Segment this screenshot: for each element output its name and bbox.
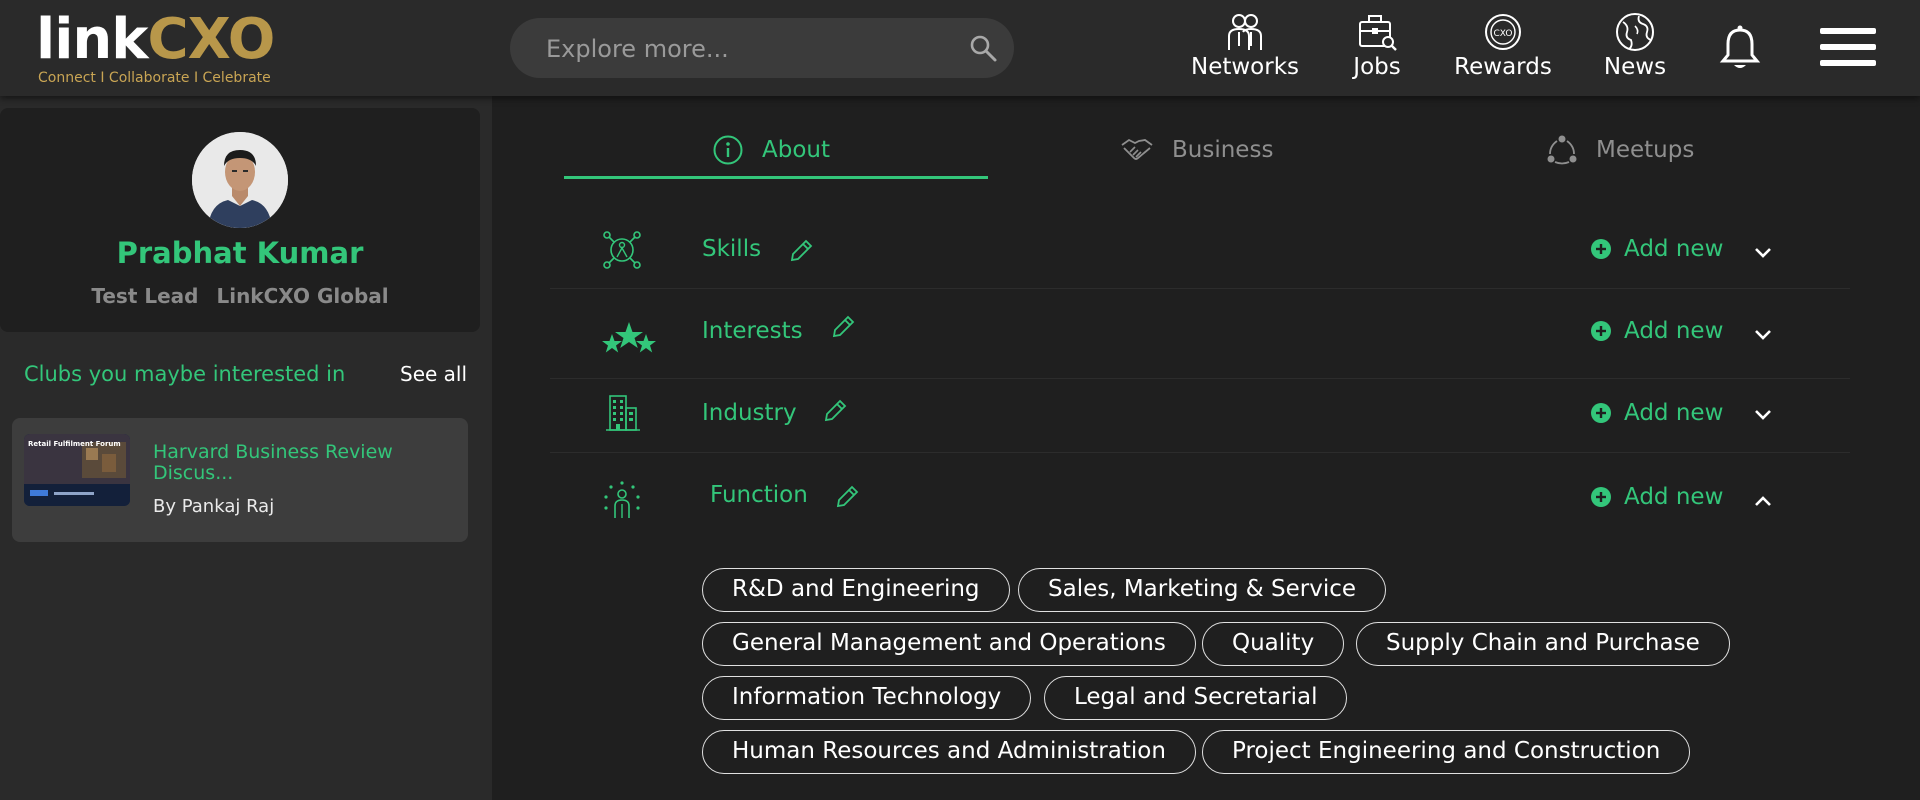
nav-networks-label: Networks (1190, 54, 1299, 80)
avatar[interactable] (192, 132, 288, 228)
function-chip[interactable]: Quality (1202, 622, 1345, 666)
hamburger-menu-icon[interactable] (1820, 28, 1876, 68)
section-skills: Skills Add new (550, 216, 1850, 289)
building-icon (606, 395, 640, 431)
function-chip[interactable]: Human Resources and Administration (702, 730, 1196, 774)
chevron-down-icon[interactable] (1752, 242, 1774, 264)
section-skills-label: Skills (702, 236, 762, 262)
clubs-section-title: Clubs you maybe interested in (24, 362, 346, 386)
plus-circle-icon (1591, 403, 1611, 423)
section-industry: Industry Add new (550, 378, 1850, 453)
add-new-label: Add new (1624, 400, 1724, 426)
section-function-label: Function (710, 482, 808, 508)
logo-link-text: link (36, 7, 148, 72)
profile-role: Test Lead (91, 284, 199, 308)
plus-circle-icon (1591, 487, 1611, 507)
notification-bell-icon[interactable] (1718, 24, 1762, 72)
top-header: linkCXO Connect I Collaborate I Celebrat… (0, 0, 1920, 96)
globe-icon (1616, 13, 1654, 51)
function-chip[interactable]: R&D and Engineering (702, 568, 1010, 612)
stars-icon (602, 322, 656, 353)
plus-circle-icon (1591, 239, 1611, 259)
nav-jobs[interactable]: Jobs (1340, 12, 1414, 82)
nav-news[interactable]: News (1598, 12, 1672, 82)
meetups-icon (1547, 135, 1577, 165)
edit-pencil-icon[interactable] (788, 238, 814, 264)
tab-meetups[interactable]: Meetups (1546, 126, 1694, 174)
section-interests: Interests Add new (550, 288, 1850, 379)
handshake-icon (1121, 138, 1153, 160)
add-new-label: Add new (1624, 318, 1724, 344)
tab-meetups-label: Meetups (1596, 137, 1695, 163)
function-chip[interactable]: General Management and Operations (702, 622, 1196, 666)
networks-icon (1228, 14, 1262, 50)
club-title[interactable]: Harvard Business Review Discus... (153, 442, 443, 484)
rewards-badge-text: CXO (1494, 29, 1513, 39)
logo-tagline: Connect I Collaborate I Celebrate (38, 70, 271, 86)
jobs-icon (1359, 15, 1397, 51)
see-all-link[interactable]: See all (400, 362, 467, 386)
add-new-function-button[interactable]: Add new (1590, 484, 1723, 510)
tab-about-label: About (762, 137, 831, 163)
club-author: By Pankaj Raj (153, 496, 275, 517)
nav-rewards-label: Rewards (1454, 54, 1552, 80)
edit-pencil-icon[interactable] (822, 398, 848, 424)
add-new-label: Add new (1624, 236, 1724, 262)
search-input[interactable]: Explore more... (546, 35, 729, 63)
profile-subtitle: Test Lead LinkCXO Global (0, 284, 480, 308)
edit-pencil-icon[interactable] (830, 314, 856, 340)
logo-cxo-text: CXO (147, 7, 276, 72)
add-new-industry-button[interactable]: Add new (1590, 400, 1723, 426)
profile-name[interactable]: Prabhat Kumar (0, 236, 480, 270)
nav-news-label: News (1603, 54, 1667, 80)
plus-circle-icon (1591, 321, 1611, 341)
section-industry-label: Industry (702, 400, 797, 426)
function-chip[interactable]: Sales, Marketing & Service (1018, 568, 1387, 612)
function-chip[interactable]: Legal and Secretarial (1044, 676, 1348, 720)
club-thumbnail-image: Retail Fulfilment Forum (24, 434, 130, 506)
tab-business-label: Business (1172, 137, 1274, 163)
chevron-down-icon[interactable] (1752, 324, 1774, 346)
function-chip[interactable]: Project Engineering and Construction (1202, 730, 1691, 774)
skills-icon (603, 231, 641, 269)
profile-card: Prabhat Kumar Test Lead LinkCXO Global (0, 108, 480, 332)
edit-pencil-icon[interactable] (834, 484, 860, 510)
rewards-icon: CXO (1485, 14, 1521, 50)
nav-jobs-label: Jobs (1353, 54, 1401, 80)
add-new-skills-button[interactable]: Add new (1590, 236, 1723, 262)
club-card[interactable]: Retail Fulfilment Forum Harvard Business… (12, 418, 468, 542)
info-icon (713, 135, 743, 165)
add-new-interests-button[interactable]: Add new (1590, 318, 1723, 344)
avatar-photo (192, 132, 288, 228)
active-tab-underline (564, 176, 988, 179)
club-thumbnail: Retail Fulfilment Forum (24, 434, 130, 506)
section-interests-label: Interests (702, 318, 803, 344)
club-thumbnail-text: Retail Fulfilment Forum (28, 440, 121, 448)
chevron-down-icon[interactable] (1752, 404, 1774, 426)
nav-networks[interactable]: Networks (1188, 12, 1302, 82)
chevron-up-icon[interactable] (1752, 490, 1774, 512)
function-people-icon (604, 481, 640, 518)
search-icon[interactable] (968, 33, 998, 63)
linkcxo-logo[interactable]: linkCXO Connect I Collaborate I Celebrat… (36, 12, 296, 90)
tab-business[interactable]: Business (1120, 126, 1273, 174)
search-bar[interactable]: Explore more... (510, 18, 1014, 78)
function-chip[interactable]: Information Technology (702, 676, 1032, 720)
profile-company: LinkCXO Global (216, 284, 389, 308)
logo-wordmark: linkCXO (36, 12, 275, 68)
tab-about[interactable]: About (712, 126, 830, 174)
function-chip[interactable]: Supply Chain and Purchase (1356, 622, 1730, 666)
add-new-label: Add new (1624, 484, 1724, 510)
nav-rewards[interactable]: CXO Rewards (1448, 12, 1558, 82)
